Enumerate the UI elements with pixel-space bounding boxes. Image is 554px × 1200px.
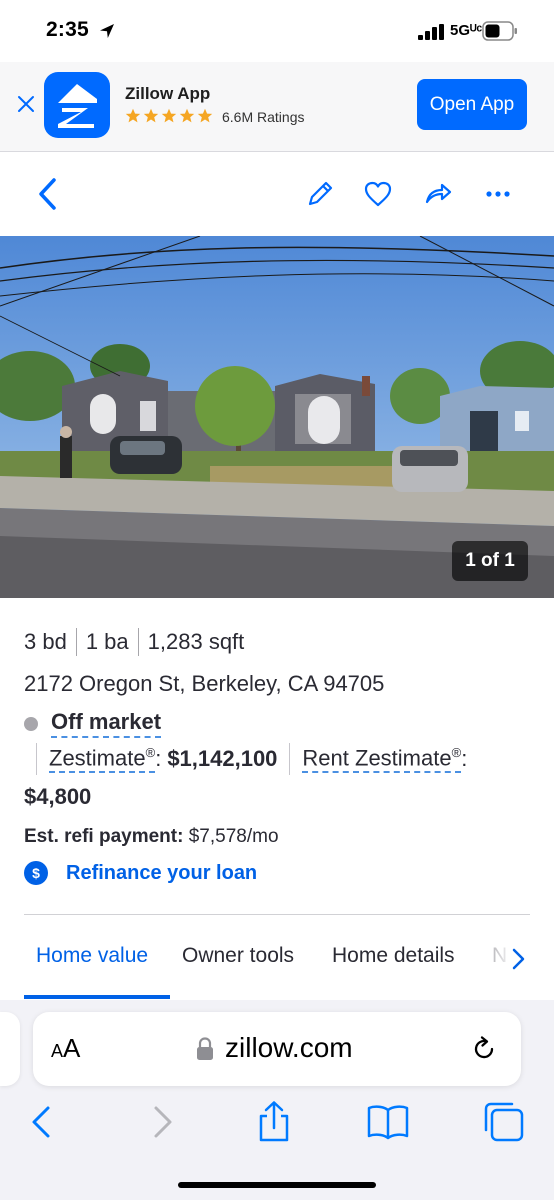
address-bar[interactable]: AA zillow.com — [33, 1012, 521, 1086]
lock-icon — [197, 1037, 213, 1060]
photo-counter-badge: 1 of 1 — [452, 541, 528, 581]
browser-tabs-icon[interactable] — [482, 1100, 526, 1144]
zestimate-label[interactable]: Zestimate® — [49, 745, 156, 774]
zestimate-divider — [36, 743, 37, 775]
edit-pencil-icon[interactable] — [304, 178, 336, 210]
baths-count: 1 ba — [85, 629, 129, 654]
beds-count: 3 bd — [24, 629, 67, 654]
property-address: 2172 Oregon St, Berkeley, CA 94705 — [24, 671, 385, 696]
text-size-button[interactable]: AA — [51, 1033, 80, 1064]
browser-share-icon[interactable] — [252, 1100, 296, 1144]
app-install-banner: Zillow App 6.6M Ratings Open App — [0, 62, 554, 152]
tab-home-value[interactable]: Home value — [36, 944, 148, 968]
refi-value: $7,578/mo — [188, 826, 279, 847]
zestimate-row: Zestimate®: $1,142,100 Rent Zestimate®: — [36, 742, 467, 776]
star-rating — [125, 108, 213, 126]
heart-icon[interactable] — [362, 178, 394, 210]
listing-nav-bar — [0, 152, 554, 236]
location-arrow-icon — [100, 24, 114, 38]
dollar-icon: $ — [24, 861, 48, 885]
refinance-link-label[interactable]: Refinance your loan — [66, 862, 257, 885]
rent-zestimate-colon: : — [461, 746, 468, 771]
zestimate-value: $1,142,100 — [167, 746, 278, 771]
url-text[interactable]: zillow.com — [225, 1032, 353, 1064]
browser-toolbar: AA zillow.com — [0, 1000, 554, 1200]
share-icon[interactable] — [422, 178, 454, 210]
browser-back-icon[interactable] — [20, 1100, 64, 1144]
star-icon — [143, 108, 159, 123]
network-label: 5Gᵁᶜ — [450, 22, 483, 39]
active-tab-indicator — [24, 995, 170, 999]
facts-divider — [75, 628, 77, 656]
more-icon[interactable] — [482, 178, 514, 210]
refi-label: Est. refi payment: — [24, 826, 184, 847]
signal-bars-icon — [418, 24, 444, 40]
star-icon — [179, 108, 195, 123]
facts-divider — [137, 628, 139, 656]
listing-photo[interactable]: 1 of 1 — [0, 236, 554, 598]
app-name: Zillow App — [125, 84, 211, 103]
rent-zestimate-value: $4,800 — [24, 784, 92, 809]
home-facts: 3 bd 1 ba 1,283 sqft — [24, 628, 244, 656]
rent-zestimate-label[interactable]: Rent Zestimate® — [302, 745, 462, 774]
zestimate-colon: : — [155, 746, 162, 771]
browser-forward-icon[interactable] — [140, 1100, 184, 1144]
close-icon[interactable] — [14, 92, 38, 116]
reload-icon[interactable] — [469, 1034, 499, 1064]
chevron-right-icon[interactable] — [508, 946, 528, 972]
market-status[interactable]: Off market — [51, 709, 162, 738]
section-divider — [24, 914, 530, 915]
previous-tab-peek[interactable] — [0, 1012, 20, 1086]
browser-bookmarks-icon[interactable] — [366, 1100, 410, 1144]
detail-tabs: Home value Owner tools Home details N — [0, 930, 554, 1000]
status-bar: 2:35 5Gᵁᶜ — [0, 0, 554, 62]
refi-payment: Est. refi payment: $7,578/mo — [24, 826, 279, 848]
battery-icon — [482, 21, 517, 41]
zestimate-divider — [289, 743, 291, 775]
zillow-app-icon — [44, 72, 110, 138]
status-dot-icon — [24, 717, 38, 731]
star-icon — [125, 108, 141, 123]
open-app-button[interactable]: Open App — [417, 79, 527, 130]
tab-home-details[interactable]: Home details — [332, 944, 455, 968]
ratings-count: 6.6M Ratings — [222, 109, 305, 125]
tab-owner-tools[interactable]: Owner tools — [182, 944, 294, 968]
back-chevron-icon[interactable] — [34, 174, 62, 214]
star-icon — [197, 108, 213, 123]
star-icon — [161, 108, 177, 123]
sqft-count: 1,283 sqft — [147, 629, 245, 654]
home-indicator — [178, 1182, 376, 1188]
status-time: 2:35 — [46, 18, 89, 41]
refinance-link[interactable]: $ Refinance your loan — [24, 860, 257, 886]
